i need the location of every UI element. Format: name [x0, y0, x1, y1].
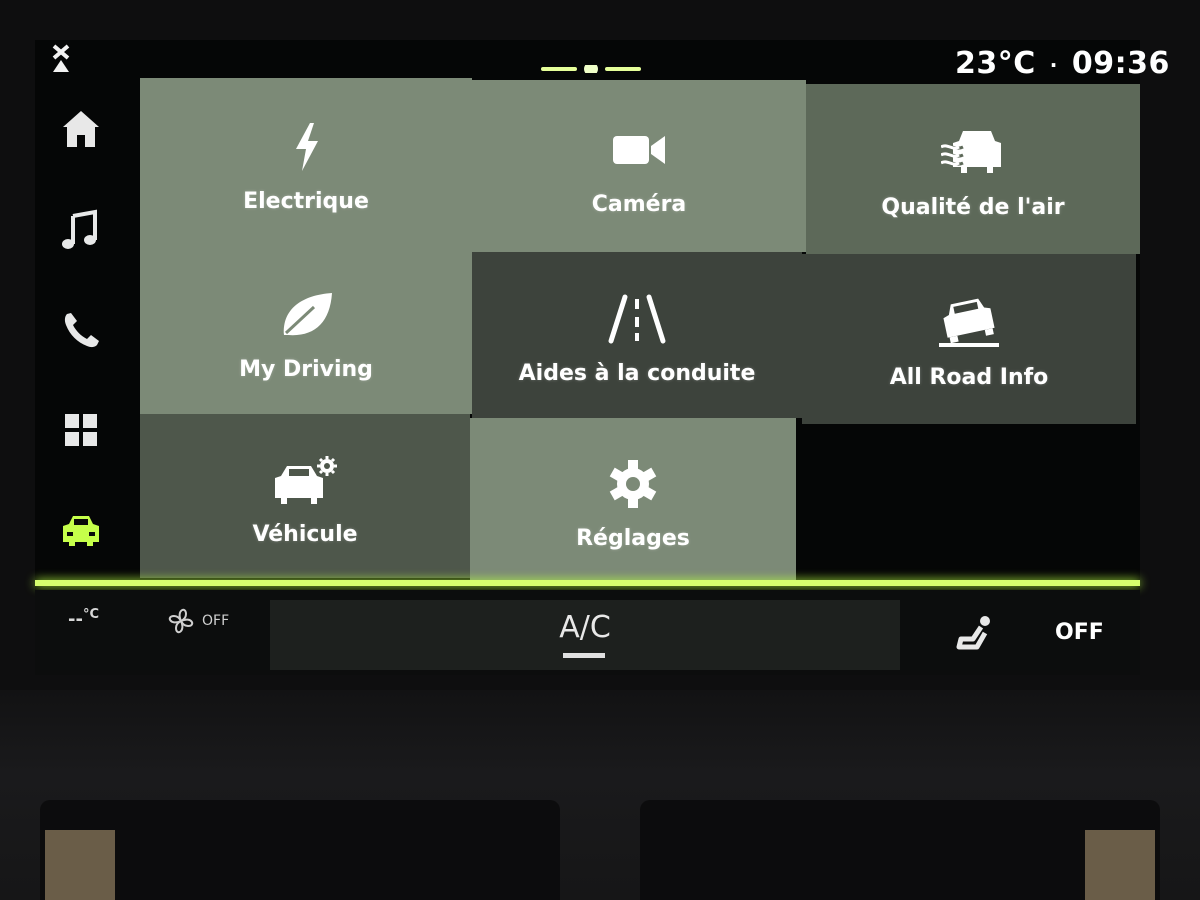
- temperature-value: --: [68, 609, 83, 630]
- seat-heat-button[interactable]: [955, 615, 995, 655]
- music-icon: [62, 209, 97, 249]
- gear-icon: [601, 450, 665, 510]
- tile-qualite-air[interactable]: Qualité de l'air: [806, 84, 1140, 254]
- lightning-icon: [274, 113, 338, 173]
- status-readout: 23°C · 09:36: [955, 46, 1170, 81]
- tile-label: Qualité de l'air: [881, 194, 1065, 220]
- brand-logo: [50, 44, 70, 76]
- fan-control[interactable]: OFF: [164, 604, 229, 638]
- road-lanes-icon: [605, 285, 669, 345]
- sidebar-item-apps[interactable]: [54, 403, 108, 457]
- ac-button[interactable]: A/C: [540, 610, 630, 645]
- tile-vehicule[interactable]: Véhicule: [140, 414, 470, 578]
- tile-label: Electrique: [243, 188, 369, 214]
- sidebar-item-home[interactable]: [54, 102, 108, 156]
- fan-state: OFF: [202, 613, 230, 629]
- tile-label: Réglages: [576, 525, 690, 551]
- air-vent-right: [640, 800, 1160, 900]
- tile-reglages[interactable]: Réglages: [470, 418, 796, 582]
- tile-label: My Driving: [239, 356, 373, 382]
- vent-trim-left: [45, 830, 115, 900]
- tile-label: Aides à la conduite: [518, 360, 756, 386]
- air-quality-car-icon: [941, 119, 1005, 179]
- page-indicator[interactable]: [541, 58, 641, 76]
- apps-grid-icon: [65, 414, 97, 446]
- vent-trim-right: [1085, 830, 1155, 900]
- tile-electrique[interactable]: Electrique: [140, 78, 472, 248]
- sidebar-item-vehicle[interactable]: [54, 503, 108, 557]
- home-icon: [63, 111, 99, 147]
- air-vent-left: [40, 800, 560, 900]
- tile-aides-conduite[interactable]: Aides à la conduite: [472, 252, 802, 418]
- clock: 09:36: [1071, 46, 1170, 81]
- video-camera-icon: [607, 116, 671, 176]
- car-settings-icon: [273, 446, 337, 506]
- status-separator: ·: [1049, 52, 1058, 77]
- phone-icon: [64, 313, 99, 348]
- tile-camera[interactable]: Caméra: [472, 80, 806, 252]
- outside-temperature: 23°C: [955, 46, 1036, 81]
- tile-label: Véhicule: [252, 521, 358, 547]
- tile-label: All Road Info: [889, 364, 1049, 390]
- seat-heat-state[interactable]: OFF: [1055, 620, 1104, 645]
- tilted-car-icon: [937, 289, 1001, 349]
- fan-icon: [168, 608, 194, 634]
- tile-all-road-info[interactable]: All Road Info: [802, 254, 1136, 424]
- sidebar-item-phone[interactable]: [54, 303, 108, 357]
- ac-active-indicator: [563, 653, 605, 658]
- tile-label: Caméra: [591, 191, 687, 217]
- climate-temperature[interactable]: --°C: [68, 607, 99, 630]
- sidebar-item-music[interactable]: [54, 203, 108, 257]
- accent-divider: [35, 580, 1140, 586]
- temperature-unit: °C: [82, 607, 99, 622]
- seat-icon: [956, 616, 990, 650]
- tile-my-driving[interactable]: My Driving: [140, 248, 472, 414]
- leaf-icon: [274, 281, 338, 341]
- car-icon: [63, 516, 99, 546]
